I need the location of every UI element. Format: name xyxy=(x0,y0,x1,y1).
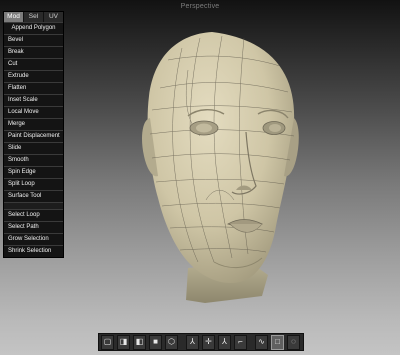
surface-tool-button[interactable]: Surface Tool xyxy=(4,190,63,202)
cube-wire-icon[interactable]: ▢ xyxy=(101,334,114,350)
extrude-button[interactable]: Extrude xyxy=(4,70,63,82)
panel-divider xyxy=(4,202,63,209)
tool-panel: Mod Sel UV Append Polygon Bevel Break Cu… xyxy=(3,11,64,258)
select-path-button[interactable]: Select Path xyxy=(4,221,63,233)
local-move-button[interactable]: Local Move xyxy=(4,106,63,118)
grow-selection-button[interactable]: Grow Selection xyxy=(4,233,63,245)
perspective-viewport[interactable]: Perspective Mod Sel UV Append Polygon Be… xyxy=(0,0,400,355)
select-box-icon[interactable]: □ xyxy=(271,334,284,350)
paint-displacement-button[interactable]: Paint Displacement xyxy=(4,130,63,142)
tab-mod[interactable]: Mod xyxy=(4,12,24,22)
cut-button[interactable]: Cut xyxy=(4,58,63,70)
bottom-toolbar: ▢ ◨ ◧ ■ ⬡ ⅄ ✛ ⅄ ⌐ ∿ □ ◌ xyxy=(98,333,304,351)
bevel-button[interactable]: Bevel xyxy=(4,34,63,46)
lasso-icon[interactable]: ◌ xyxy=(287,334,300,350)
axis-corner-icon[interactable]: ⌐ xyxy=(234,334,247,350)
curve-icon[interactable]: ∿ xyxy=(255,334,268,350)
cube-light-icon[interactable]: ◧ xyxy=(133,334,146,350)
append-polygon-button[interactable]: Append Polygon xyxy=(4,22,63,34)
axis-z-icon[interactable]: ⅄ xyxy=(218,334,231,350)
split-loop-button[interactable]: Split Loop xyxy=(4,178,63,190)
hexagon-icon[interactable]: ⬡ xyxy=(165,334,178,350)
cube-shaded-icon[interactable]: ■ xyxy=(149,334,162,350)
cube-solid-icon[interactable]: ◨ xyxy=(117,334,130,350)
smooth-button[interactable]: Smooth xyxy=(4,154,63,166)
inset-scale-button[interactable]: Inset Scale xyxy=(4,94,63,106)
mode-tabs: Mod Sel UV xyxy=(4,12,63,22)
slide-button[interactable]: Slide xyxy=(4,142,63,154)
tab-uv[interactable]: UV xyxy=(44,12,63,22)
axis-x-icon[interactable]: ✛ xyxy=(202,334,215,350)
flatten-button[interactable]: Flatten xyxy=(4,82,63,94)
axis-y-icon[interactable]: ⅄ xyxy=(186,334,199,350)
tab-sel[interactable]: Sel xyxy=(24,12,44,22)
merge-button[interactable]: Merge xyxy=(4,118,63,130)
shrink-selection-button[interactable]: Shrink Selection xyxy=(4,245,63,257)
spin-edge-button[interactable]: Spin Edge xyxy=(4,166,63,178)
select-loop-button[interactable]: Select Loop xyxy=(4,209,63,221)
break-button[interactable]: Break xyxy=(4,46,63,58)
